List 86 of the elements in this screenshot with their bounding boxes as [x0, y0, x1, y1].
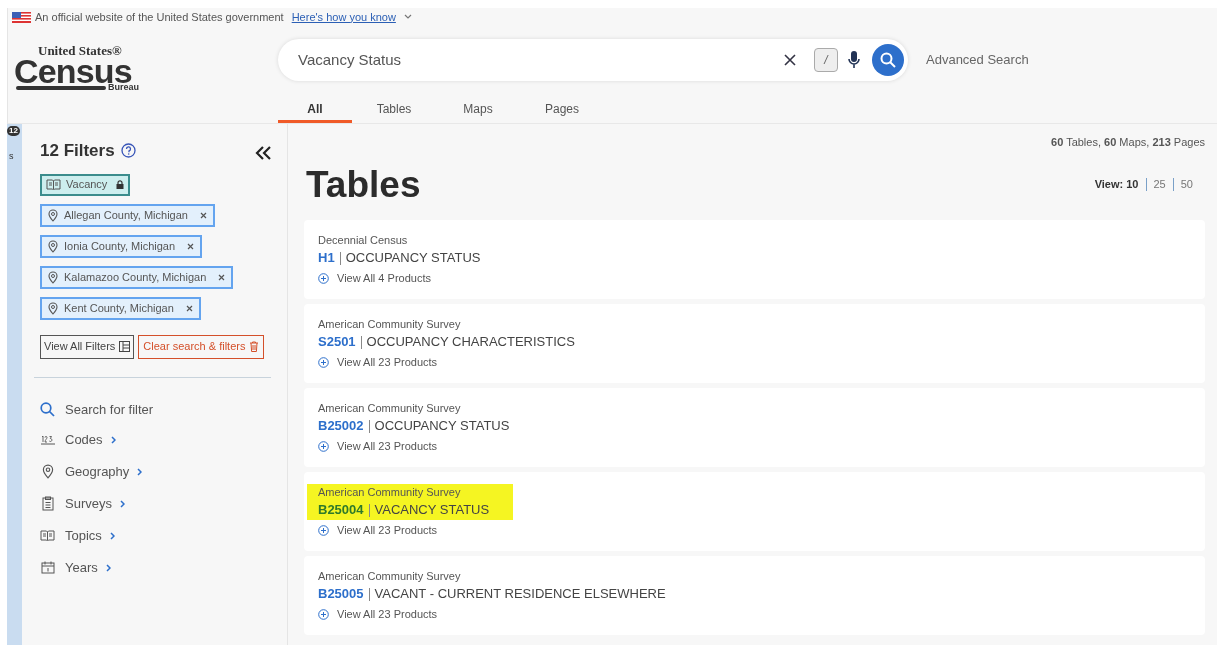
gov-banner-text: An official website of the United States government	[35, 9, 284, 25]
page-heading: Tables	[306, 162, 421, 207]
search-field[interactable]: Vacancy Status /	[278, 39, 908, 81]
filter-category[interactable]: Topics	[65, 525, 115, 546]
us-flag-icon	[12, 11, 31, 23]
geography-filter-chip[interactable]: Kalamazoo County, Michigan	[40, 265, 234, 289]
tab[interactable]: Maps	[436, 97, 520, 123]
results-summary: 60 Tables, 60 Maps, 213 Pages	[1051, 135, 1205, 150]
chevron-right-icon	[109, 531, 115, 540]
how-you-know-link[interactable]: Here's how you know	[291, 8, 396, 26]
map-pin-icon	[48, 270, 58, 284]
page-size-option[interactable]: 25	[1153, 176, 1166, 193]
filter-category[interactable]: Geography	[65, 461, 143, 482]
page-size-option[interactable]: 10	[1126, 176, 1139, 193]
calendar-icon	[40, 561, 55, 574]
microphone-icon[interactable]	[848, 51, 860, 69]
remove-icon[interactable]	[199, 211, 207, 219]
table-code-link[interactable]: S2501	[318, 332, 356, 352]
survey-name: Decennial Census	[318, 234, 409, 247]
plus-circle-icon	[318, 608, 329, 620]
close-icon[interactable]	[784, 54, 796, 66]
filter-category[interactable]: Codes	[65, 429, 116, 450]
plus-circle-icon	[318, 524, 329, 536]
view-products-link[interactable]: View All 23 Products	[318, 522, 1205, 539]
tab[interactable]: Pages	[520, 97, 604, 123]
collapse-icon[interactable]	[255, 145, 271, 160]
chevron-right-icon	[105, 563, 111, 572]
view-products-link[interactable]: View All 23 Products	[318, 354, 1205, 371]
book-icon	[46, 179, 61, 190]
survey-name: American Community Survey	[318, 318, 462, 331]
trash-icon	[249, 341, 260, 352]
filter-search-field[interactable]: Search for filter	[65, 399, 245, 419]
map-pin-icon	[48, 301, 58, 315]
chevron-down-icon[interactable]	[403, 14, 412, 20]
tab[interactable]: All	[278, 97, 352, 123]
view-label: View:	[1094, 177, 1125, 192]
table-code-link[interactable]: B25005	[318, 584, 364, 604]
table-title: VACANT - CURRENT RESIDENCE ELSEWHERE	[374, 585, 666, 603]
side-tab[interactable]: 12 s	[7, 124, 22, 645]
geography-filter-chip[interactable]: Kent County, Michigan	[40, 296, 201, 320]
filters-title: 12 Filters	[40, 140, 115, 162]
remove-icon[interactable]	[185, 304, 193, 312]
map-pin-icon	[48, 208, 58, 222]
table-title: OCCUPANCY CHARACTERISTICS	[366, 333, 575, 351]
topic-filter-chip[interactable]: Vacancy	[40, 173, 131, 196]
search-button[interactable]	[872, 44, 904, 76]
survey-name: American Community Survey	[318, 486, 462, 499]
geography-filter-chip[interactable]: Ionia County, Michigan	[40, 234, 203, 258]
geography-filter-chip[interactable]: Allegan County, Michigan	[40, 203, 215, 227]
tab[interactable]: Tables	[352, 97, 436, 123]
map-pin-icon	[48, 239, 58, 253]
clipboard-icon	[41, 496, 54, 511]
help-icon[interactable]	[120, 143, 136, 159]
remove-icon[interactable]	[218, 273, 226, 281]
view-all-filters-button[interactable]: View All Filters	[40, 334, 135, 359]
shortcut-key: /	[814, 48, 838, 72]
survey-name: American Community Survey	[318, 570, 462, 583]
table-title: OCCUPANCY STATUS	[345, 249, 481, 267]
view-products-link[interactable]: View All 4 Products	[318, 270, 1205, 287]
remove-icon[interactable]	[187, 242, 195, 250]
chevron-right-icon	[119, 499, 125, 508]
plus-circle-icon	[318, 272, 329, 284]
table-title: VACANCY STATUS	[374, 501, 490, 519]
page-size-option[interactable]: 50	[1180, 176, 1193, 193]
survey-name: American Community Survey	[318, 402, 462, 415]
table-icon	[119, 341, 131, 352]
table-code-link[interactable]: B25004	[318, 500, 364, 520]
search-icon	[40, 401, 55, 417]
numbers-icon	[40, 434, 55, 445]
search-icon	[880, 52, 896, 68]
book-icon	[40, 530, 55, 541]
lock-icon	[116, 180, 125, 189]
view-products-link[interactable]: View All 23 Products	[318, 606, 1205, 623]
advanced-search-link[interactable]: Advanced Search	[926, 50, 1029, 70]
plus-circle-icon	[318, 440, 329, 452]
chevron-right-icon	[110, 435, 116, 444]
table-code-link[interactable]: B25002	[318, 416, 364, 436]
table-title: OCCUPANCY STATUS	[374, 417, 510, 435]
clear-filters-button[interactable]: Clear search & filters	[138, 334, 265, 359]
table-code-link[interactable]: H1	[318, 248, 335, 268]
filter-category[interactable]: Surveys	[65, 493, 125, 514]
map-pin-icon	[41, 464, 54, 479]
plus-circle-icon	[318, 356, 329, 368]
view-products-link[interactable]: View All 23 Products	[318, 438, 1205, 455]
filter-category[interactable]: Years	[65, 557, 111, 578]
chevron-right-icon	[137, 467, 143, 476]
